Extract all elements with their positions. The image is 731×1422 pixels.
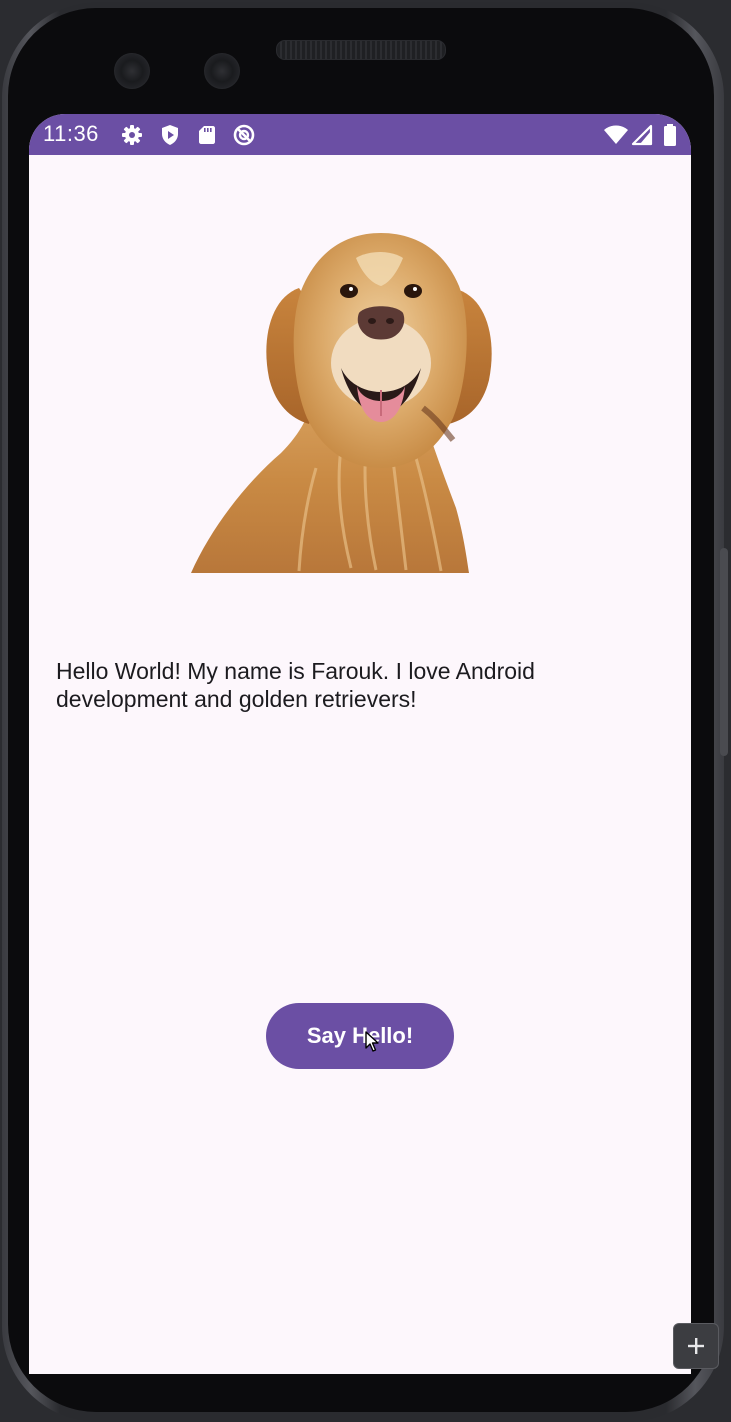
cellular-signal-icon: [631, 123, 653, 147]
mouse-cursor-icon: [365, 1031, 379, 1053]
sd-card-icon: [195, 123, 219, 147]
status-bar: 11:36: [29, 114, 691, 155]
earpiece-speaker: [276, 40, 446, 60]
wifi-icon: [603, 123, 629, 147]
front-sensor-icon: [204, 53, 240, 89]
no-location-icon: [232, 123, 256, 147]
status-bar-clock: 11:36: [43, 121, 99, 146]
plus-icon: [688, 1338, 704, 1354]
side-power-button: [720, 548, 728, 756]
play-protect-shield-icon: [158, 123, 182, 147]
golden-retriever-image: [191, 228, 531, 573]
phone-screen: 11:36 Hello World! My name is Farouk. I …: [29, 114, 691, 1374]
front-camera-icon: [114, 53, 150, 89]
emulator-zoom-in-button[interactable]: [673, 1323, 719, 1369]
battery-icon: [662, 123, 678, 147]
settings-gear-icon: [120, 123, 144, 147]
bio-text: Hello World! My name is Farouk. I love A…: [56, 658, 535, 712]
say-hello-button[interactable]: Say Hello!: [266, 1003, 454, 1069]
